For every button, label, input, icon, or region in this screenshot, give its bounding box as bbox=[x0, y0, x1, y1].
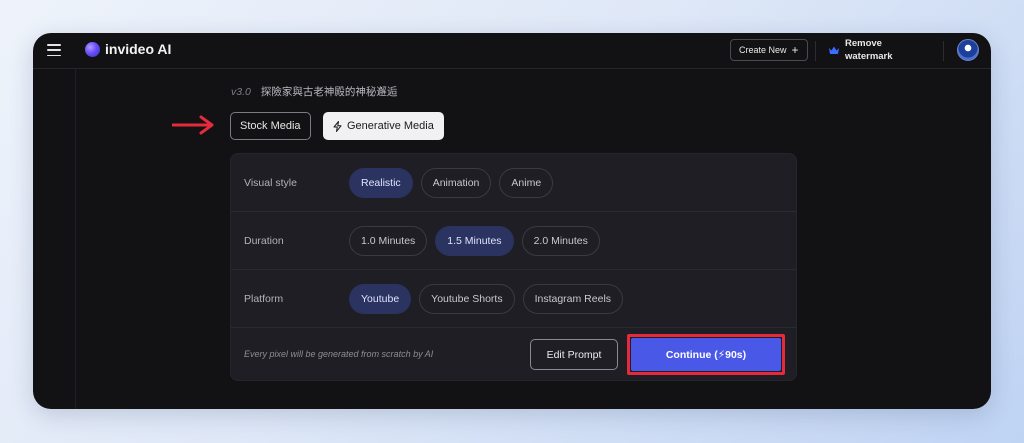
panel-footer: Every pixel will be generated from scrat… bbox=[231, 328, 796, 382]
platform-row: Platform Youtube Youtube Shorts Instagra… bbox=[231, 270, 796, 328]
visual-style-options: Realistic Animation Anime bbox=[349, 168, 554, 198]
top-bar: invideo AI Create New + Remove watermark bbox=[33, 33, 991, 69]
red-arrow-icon bbox=[172, 115, 214, 135]
chip-youtube[interactable]: Youtube bbox=[349, 284, 412, 314]
generative-media-label: Generative Media bbox=[347, 120, 434, 132]
chip-2-0-minutes[interactable]: 2.0 Minutes bbox=[521, 226, 600, 256]
platform-options: Youtube Youtube Shorts Instagram Reels bbox=[349, 284, 624, 314]
plus-icon: + bbox=[791, 43, 799, 57]
visual-style-label: Visual style bbox=[244, 177, 297, 189]
avatar[interactable] bbox=[957, 39, 979, 61]
chip-1-0-minutes[interactable]: 1.0 Minutes bbox=[349, 226, 428, 256]
generative-media-tab[interactable]: Generative Media bbox=[323, 112, 444, 140]
divider bbox=[815, 41, 816, 61]
duration-options: 1.0 Minutes 1.5 Minutes 2.0 Minutes bbox=[349, 226, 600, 256]
project-title: 探險家與古老神殿的神秘邂逅 bbox=[260, 86, 398, 98]
chip-animation[interactable]: Animation bbox=[420, 168, 492, 198]
create-new-label: Create New bbox=[739, 45, 787, 55]
app-window: invideo AI Create New + Remove watermark… bbox=[33, 33, 991, 409]
bolt-icon bbox=[333, 120, 342, 132]
continue-button[interactable]: Continue (⚡90s) bbox=[631, 338, 781, 371]
divider bbox=[943, 41, 944, 61]
menu-icon[interactable] bbox=[47, 44, 61, 56]
platform-label: Platform bbox=[244, 293, 284, 305]
duration-label: Duration bbox=[244, 235, 284, 247]
stock-media-label: Stock Media bbox=[240, 120, 301, 132]
duration-row: Duration 1.0 Minutes 1.5 Minutes 2.0 Min… bbox=[231, 212, 796, 270]
visual-style-row: Visual style Realistic Animation Anime bbox=[231, 154, 796, 212]
project-header: v3.0 探險家與古老神殿的神秘邂逅 bbox=[231, 84, 397, 99]
chip-anime[interactable]: Anime bbox=[499, 168, 554, 198]
app-name: invideo AI bbox=[105, 41, 172, 57]
chip-realistic[interactable]: Realistic bbox=[349, 168, 413, 198]
version-label: v3.0 bbox=[231, 86, 251, 98]
logo-icon bbox=[85, 42, 100, 57]
sidebar-divider bbox=[75, 69, 76, 409]
create-new-button[interactable]: Create New + bbox=[730, 39, 808, 61]
stock-media-tab[interactable]: Stock Media bbox=[230, 112, 311, 140]
chip-youtube-shorts[interactable]: Youtube Shorts bbox=[419, 284, 515, 314]
remove-watermark-label: Remove watermark bbox=[845, 38, 893, 62]
chip-1-5-minutes[interactable]: 1.5 Minutes bbox=[435, 226, 514, 256]
crown-icon bbox=[829, 46, 839, 54]
options-panel: Visual style Realistic Animation Anime D… bbox=[230, 153, 797, 381]
chip-instagram-reels[interactable]: Instagram Reels bbox=[522, 284, 624, 314]
remove-watermark-button[interactable]: Remove watermark bbox=[829, 37, 895, 63]
ai-generation-note: Every pixel will be generated from scrat… bbox=[244, 349, 434, 359]
edit-prompt-button[interactable]: Edit Prompt bbox=[530, 339, 618, 370]
